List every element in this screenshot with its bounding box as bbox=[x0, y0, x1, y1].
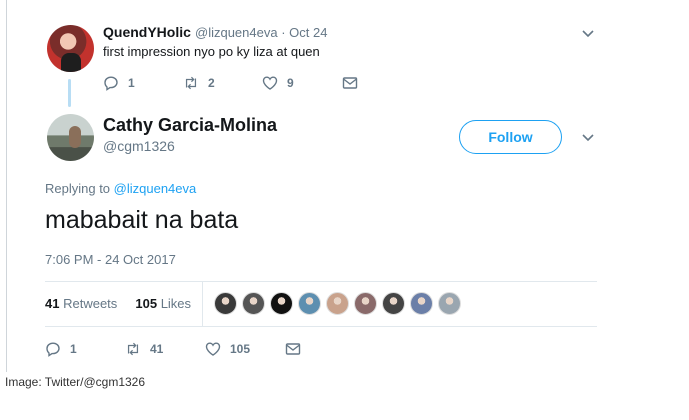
liker-avatar[interactable] bbox=[382, 292, 405, 315]
liker-avatars bbox=[214, 292, 466, 315]
like-count: 9 bbox=[287, 76, 294, 90]
retweet-icon bbox=[185, 76, 197, 90]
retweet-count: 41 bbox=[150, 342, 164, 356]
reply-button[interactable]: 1 bbox=[103, 75, 135, 91]
image-caption: Image: Twitter/@cgm1326 bbox=[5, 375, 146, 389]
like-icon bbox=[205, 342, 221, 356]
parent-tweet-text: first impression nyo po ky liza at quen bbox=[103, 44, 320, 59]
author-name[interactable]: Cathy Garcia-Molina bbox=[103, 115, 277, 136]
liker-avatar[interactable] bbox=[270, 292, 293, 315]
reply-icon bbox=[46, 342, 60, 357]
liker-avatar[interactable] bbox=[326, 292, 349, 315]
left-border bbox=[6, 0, 7, 372]
like-count: 105 bbox=[230, 342, 251, 356]
author-avatar[interactable] bbox=[47, 114, 94, 161]
liker-avatar[interactable] bbox=[410, 292, 433, 315]
tweet-timestamp[interactable]: 7:06 PM - 24 Oct 2017 bbox=[45, 252, 176, 267]
parent-handle-date[interactable]: @lizquen4eva · Oct 24 bbox=[195, 25, 327, 40]
divider bbox=[45, 326, 597, 327]
message-icon bbox=[342, 77, 358, 89]
replying-prefix: Replying to bbox=[45, 181, 114, 196]
divider bbox=[45, 281, 597, 282]
like-button[interactable]: 105 bbox=[205, 341, 250, 357]
liker-avatar[interactable] bbox=[242, 292, 265, 315]
parent-author-name[interactable]: QuendYHolic bbox=[103, 24, 191, 40]
reply-icon bbox=[104, 76, 118, 91]
message-button[interactable] bbox=[342, 75, 367, 91]
parent-avatar[interactable] bbox=[47, 25, 94, 72]
retweets-count: 41 bbox=[45, 296, 60, 311]
replying-to: Replying to @lizquen4eva bbox=[45, 181, 196, 196]
tweet-text: mababait na bata bbox=[45, 206, 239, 234]
likes-stat[interactable]: 105 Likes bbox=[135, 296, 191, 311]
likes-count: 105 bbox=[135, 296, 158, 311]
reply-count: 1 bbox=[70, 342, 77, 356]
liker-avatar[interactable] bbox=[298, 292, 321, 315]
liker-avatar[interactable] bbox=[354, 292, 377, 315]
thread-line bbox=[68, 79, 71, 107]
retweets-stat[interactable]: 41 Retweets bbox=[45, 296, 117, 311]
retweet-icon bbox=[127, 342, 139, 356]
likes-label: Likes bbox=[160, 296, 192, 311]
like-button[interactable]: 9 bbox=[262, 75, 294, 91]
replying-to-link[interactable]: @lizquen4eva bbox=[114, 181, 197, 196]
message-icon bbox=[285, 343, 301, 355]
chevron-down-icon[interactable] bbox=[582, 134, 594, 142]
message-button[interactable] bbox=[285, 341, 310, 357]
liker-avatar[interactable] bbox=[214, 292, 237, 315]
retweet-button[interactable]: 41 bbox=[125, 341, 163, 357]
retweet-count: 2 bbox=[208, 76, 215, 90]
liker-avatar[interactable] bbox=[438, 292, 461, 315]
stats-separator bbox=[202, 282, 203, 326]
tweet-stats: 41 Retweets 105 Likes bbox=[45, 296, 191, 311]
reply-button[interactable]: 1 bbox=[45, 341, 77, 357]
reply-count: 1 bbox=[128, 76, 135, 90]
like-icon bbox=[262, 76, 278, 90]
chevron-down-icon[interactable] bbox=[582, 30, 594, 38]
follow-button[interactable]: Follow bbox=[459, 120, 562, 154]
retweets-label: Retweets bbox=[63, 296, 118, 311]
author-handle[interactable]: @cgm1326 bbox=[103, 138, 175, 154]
retweet-button[interactable]: 2 bbox=[183, 75, 215, 91]
